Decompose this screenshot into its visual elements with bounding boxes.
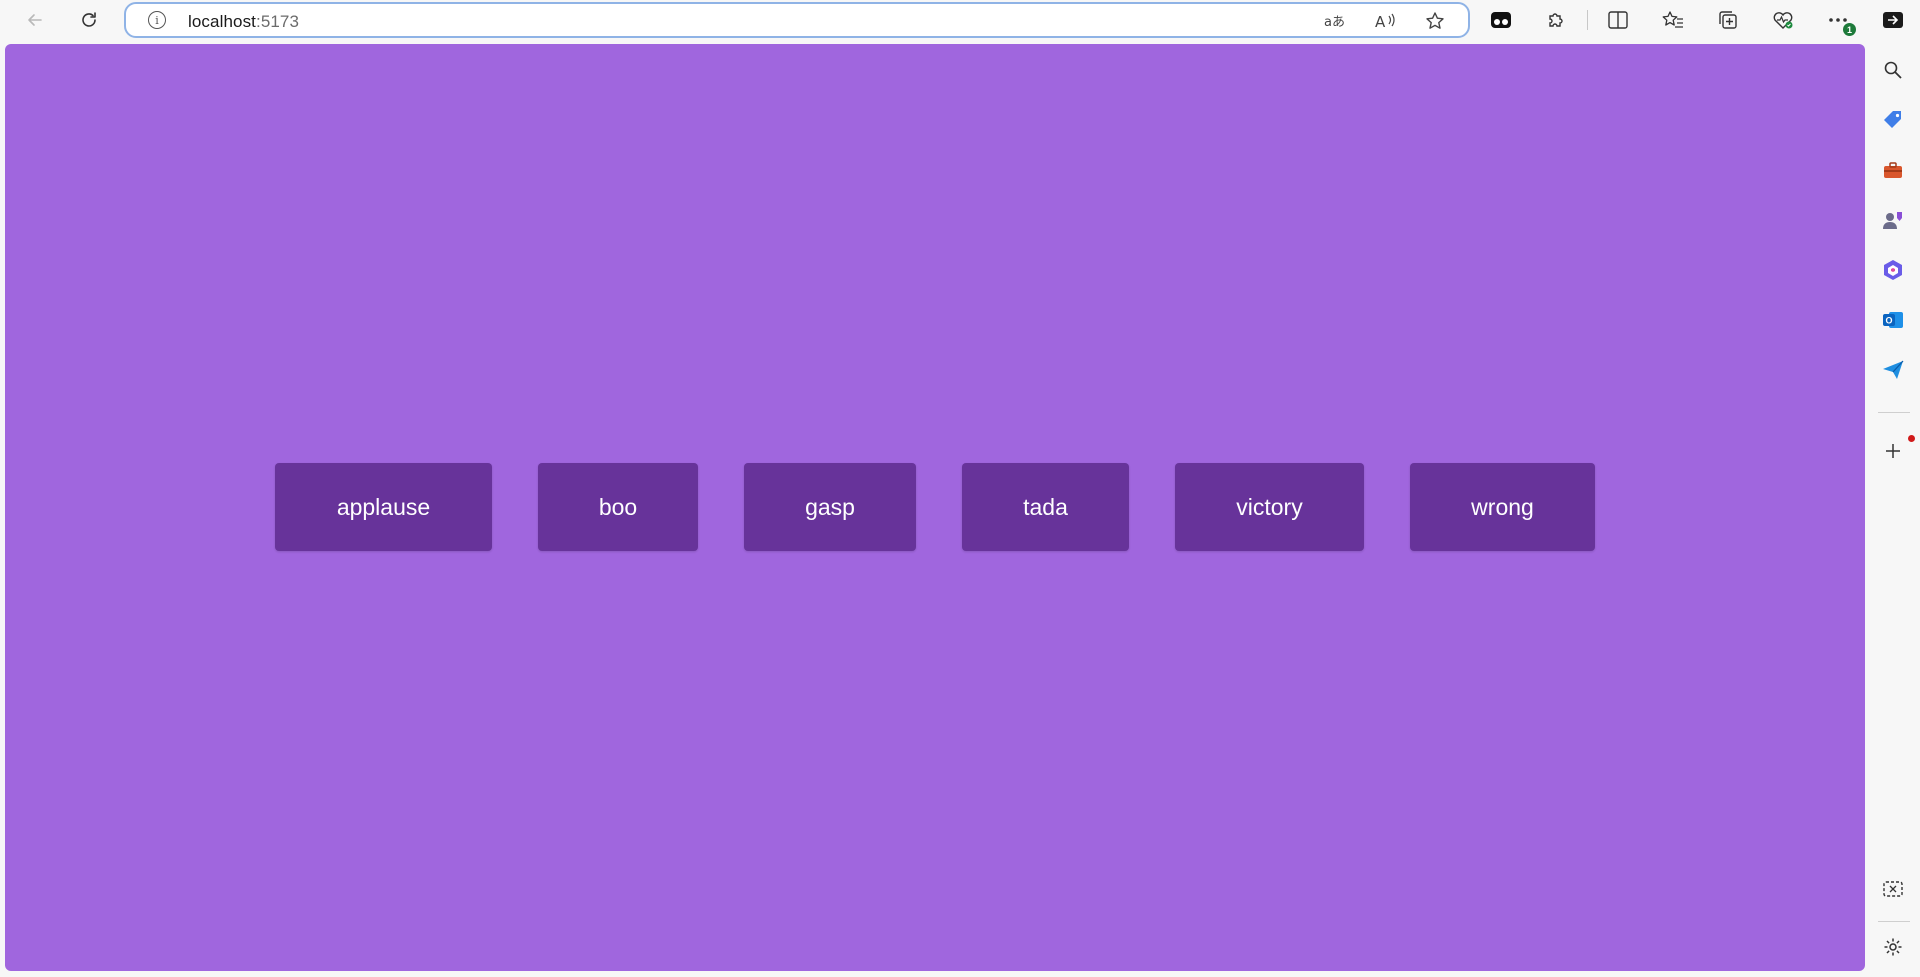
tools-briefcase-icon[interactable] [1879,156,1907,184]
notification-dot [1908,435,1915,442]
sound-button-tada[interactable]: tada [962,463,1129,551]
svg-text:aあ: aあ [1324,15,1345,30]
settings-icon[interactable] [1879,933,1907,961]
sound-button-wrong[interactable]: wrong [1410,463,1595,551]
sound-button-victory[interactable]: victory [1175,463,1364,551]
search-icon[interactable] [1879,56,1907,84]
split-screen-icon[interactable] [1602,4,1634,36]
sound-button-row: applause boo gasp tada victory wrong [5,463,1865,551]
collections-icon[interactable] [1712,4,1744,36]
read-aloud-icon[interactable]: A [1366,8,1404,34]
puzzle-icon[interactable] [1540,4,1572,36]
refresh-button[interactable] [73,4,105,36]
extension-icon[interactable] [1485,4,1517,36]
translate-icon[interactable]: aあ [1316,8,1354,34]
sidebar-toggle-icon[interactable] [1880,8,1906,32]
edge-sidebar: O [1866,40,1920,977]
sound-button-gasp[interactable]: gasp [744,463,916,551]
browser-window: i localhost:5173 aあ A 1 applause boo gas… [0,0,1920,977]
back-button[interactable] [19,4,51,36]
site-info-icon[interactable]: i [148,11,166,29]
page-viewport: applause boo gasp tada victory wrong [5,44,1865,971]
add-icon[interactable] [1879,437,1907,465]
browser-toolbar: i localhost:5173 aあ A 1 [0,0,1920,40]
outlook-icon[interactable]: O [1879,306,1907,334]
send-icon[interactable] [1879,356,1907,384]
favorite-star-icon[interactable] [1416,8,1454,34]
screenshot-icon[interactable] [1879,876,1907,904]
browser-essentials-icon[interactable] [1767,4,1799,36]
games-icon[interactable] [1879,206,1907,234]
favorites-icon[interactable] [1657,4,1689,36]
url-text[interactable]: localhost:5173 [188,12,299,32]
toolbar-divider [1587,10,1588,30]
sidebar-divider [1878,412,1910,413]
back-arrow-icon [28,14,42,26]
notification-badge: 1 [1843,23,1856,36]
svg-text:A: A [1375,13,1386,30]
sound-button-applause[interactable]: applause [275,463,492,551]
copilot-icon[interactable] [1879,256,1907,284]
svg-text:O: O [1886,316,1893,326]
sidebar-bottom-divider [1878,921,1910,922]
toolbar-icons: 1 [1485,4,1877,36]
url-port: :5173 [256,12,300,31]
shopping-tag-icon[interactable] [1879,106,1907,134]
url-host: localhost [188,12,256,31]
sound-button-boo[interactable]: boo [538,463,698,551]
more-icon[interactable]: 1 [1822,4,1856,36]
address-bar-actions: aあ A [1316,8,1454,34]
refresh-icon [82,12,96,27]
address-bar[interactable]: i localhost:5173 aあ A [124,2,1470,38]
